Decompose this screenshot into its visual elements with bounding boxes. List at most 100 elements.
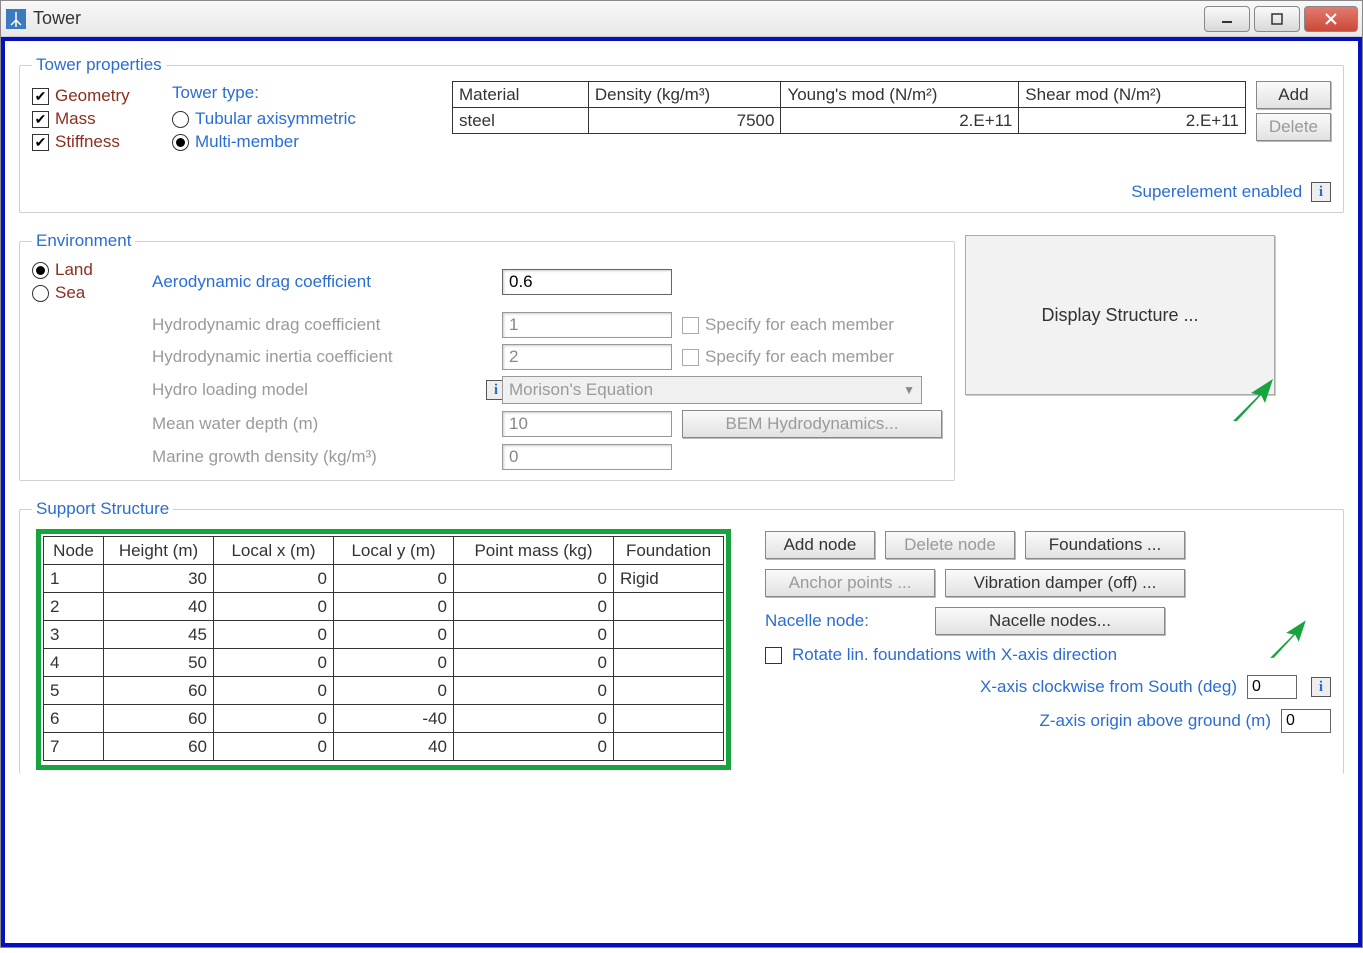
specify-member-label-1: Specify for each member — [705, 315, 894, 335]
delete-node-button: Delete node — [885, 531, 1015, 559]
cell-density[interactable]: 7500 — [588, 108, 781, 134]
info-icon-xaxis[interactable]: i — [1311, 677, 1331, 697]
cell-youngs[interactable]: 2.E+11 — [781, 108, 1019, 134]
annotation-arrow-icon-2 — [1263, 615, 1313, 665]
cell-node[interactable]: 4 — [44, 649, 104, 677]
cell-localx[interactable]: 0 — [214, 649, 334, 677]
cell-height[interactable]: 45 — [104, 621, 214, 649]
table-row[interactable]: 240000 — [44, 593, 724, 621]
rotate-foundations-checkbox[interactable] — [765, 647, 782, 664]
marine-growth-label: Marine growth density (kg/m³) — [152, 447, 482, 467]
close-button[interactable] — [1304, 6, 1358, 32]
cell-pointmass[interactable]: 0 — [454, 565, 614, 593]
table-row[interactable]: 560000 — [44, 677, 724, 705]
hydro-inertia-label: Hydrodynamic inertia coefficient — [152, 347, 482, 367]
cell-foundation[interactable] — [614, 649, 724, 677]
window-title: Tower — [33, 8, 1200, 29]
cell-localx[interactable]: 0 — [214, 677, 334, 705]
cell-foundation[interactable] — [614, 733, 724, 761]
maximize-button[interactable] — [1254, 6, 1300, 32]
cell-pointmass[interactable]: 0 — [454, 593, 614, 621]
table-row[interactable]: 6600-400 — [44, 705, 724, 733]
mass-checkbox[interactable] — [32, 111, 49, 128]
add-material-button[interactable]: Add — [1256, 81, 1331, 109]
cell-height[interactable]: 60 — [104, 705, 214, 733]
window-controls — [1200, 6, 1358, 32]
cell-localy[interactable]: 0 — [334, 621, 454, 649]
cell-shear[interactable]: 2.E+11 — [1019, 108, 1246, 134]
vibration-damper-button[interactable]: Vibration damper (off) ... — [945, 569, 1185, 597]
cell-localy[interactable]: 0 — [334, 593, 454, 621]
cell-node[interactable]: 2 — [44, 593, 104, 621]
cell-localx[interactable]: 0 — [214, 705, 334, 733]
cell-localy[interactable]: 0 — [334, 677, 454, 705]
stiffness-label: Stiffness — [55, 132, 120, 152]
material-row[interactable]: steel 7500 2.E+11 2.E+11 — [453, 108, 1246, 134]
specify-member-check-2 — [682, 349, 699, 366]
nacelle-nodes-button[interactable]: Nacelle nodes... — [935, 607, 1165, 635]
delete-material-button: Delete — [1256, 113, 1331, 141]
zaxis-input[interactable] — [1281, 709, 1331, 733]
cell-localy[interactable]: 0 — [334, 649, 454, 677]
cell-node[interactable]: 3 — [44, 621, 104, 649]
cell-pointmass[interactable]: 0 — [454, 649, 614, 677]
material-table[interactable]: Material Density (kg/m³) Young's mod (N/… — [452, 81, 1246, 174]
nacelle-node-label: Nacelle node: — [765, 611, 925, 631]
sea-radio[interactable] — [32, 285, 49, 302]
aero-drag-label: Aerodynamic drag coefficient — [152, 272, 482, 292]
table-row[interactable]: 130000Rigid — [44, 565, 724, 593]
cell-foundation[interactable]: Rigid — [614, 565, 724, 593]
info-icon[interactable]: i — [1311, 182, 1331, 202]
col-node: Node — [44, 537, 104, 565]
cell-localy[interactable]: 40 — [334, 733, 454, 761]
display-structure-button[interactable]: Display Structure ... — [965, 235, 1275, 395]
land-radio[interactable] — [32, 262, 49, 279]
tubular-label: Tubular axisymmetric — [195, 109, 356, 129]
cell-localy[interactable]: 0 — [334, 565, 454, 593]
cell-height[interactable]: 60 — [104, 733, 214, 761]
cell-pointmass[interactable]: 0 — [454, 677, 614, 705]
superelement-link[interactable]: Superelement enabled — [1131, 182, 1302, 201]
cell-height[interactable]: 30 — [104, 565, 214, 593]
xaxis-input[interactable] — [1247, 675, 1297, 699]
cell-localy[interactable]: -40 — [334, 705, 454, 733]
col-height: Height (m) — [104, 537, 214, 565]
cell-localx[interactable]: 0 — [214, 621, 334, 649]
cell-node[interactable]: 7 — [44, 733, 104, 761]
cell-height[interactable]: 40 — [104, 593, 214, 621]
cell-node[interactable]: 1 — [44, 565, 104, 593]
hydro-drag-label: Hydrodynamic drag coefficient — [152, 315, 482, 335]
cell-height[interactable]: 50 — [104, 649, 214, 677]
add-node-button[interactable]: Add node — [765, 531, 875, 559]
minimize-button[interactable] — [1204, 6, 1250, 32]
cell-foundation[interactable] — [614, 621, 724, 649]
col-foundation: Foundation — [614, 537, 724, 565]
highlight-box: Node Height (m) Local x (m) Local y (m) … — [36, 529, 731, 770]
foundations-button[interactable]: Foundations ... — [1025, 531, 1185, 559]
cell-localx[interactable]: 0 — [214, 733, 334, 761]
table-row[interactable]: 7600400 — [44, 733, 724, 761]
multimember-radio[interactable] — [172, 134, 189, 151]
zaxis-label: Z-axis origin above ground (m) — [765, 711, 1271, 731]
cell-node[interactable]: 5 — [44, 677, 104, 705]
cell-material[interactable]: steel — [453, 108, 589, 134]
cell-localx[interactable]: 0 — [214, 593, 334, 621]
cell-node[interactable]: 6 — [44, 705, 104, 733]
cell-localx[interactable]: 0 — [214, 565, 334, 593]
stiffness-checkbox[interactable] — [32, 134, 49, 151]
geometry-checkbox[interactable] — [32, 88, 49, 105]
sea-label: Sea — [55, 283, 85, 303]
table-row[interactable]: 345000 — [44, 621, 724, 649]
table-row[interactable]: 450000 — [44, 649, 724, 677]
nodes-table[interactable]: Node Height (m) Local x (m) Local y (m) … — [43, 536, 724, 761]
tower-type-label: Tower type: — [172, 83, 452, 103]
cell-foundation[interactable] — [614, 705, 724, 733]
cell-pointmass[interactable]: 0 — [454, 621, 614, 649]
aero-drag-input[interactable] — [502, 269, 672, 295]
cell-foundation[interactable] — [614, 677, 724, 705]
cell-pointmass[interactable]: 0 — [454, 733, 614, 761]
cell-height[interactable]: 60 — [104, 677, 214, 705]
tubular-radio[interactable] — [172, 111, 189, 128]
cell-pointmass[interactable]: 0 — [454, 705, 614, 733]
cell-foundation[interactable] — [614, 593, 724, 621]
